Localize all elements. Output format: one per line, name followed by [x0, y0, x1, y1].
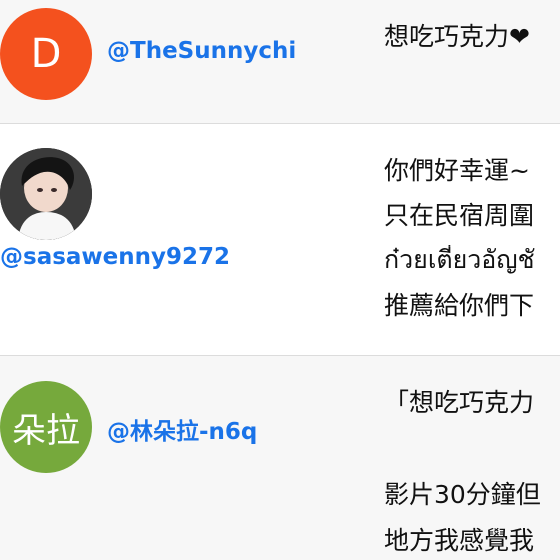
avatar[interactable]: D — [0, 8, 92, 100]
comment-list: D @TheSunnychi 想吃巧克力❤ @sasawenny9272 你們好… — [0, 0, 560, 560]
comment-text-line: 「想吃巧克力 — [384, 388, 535, 417]
comment-text: 想吃巧克力❤ — [384, 22, 530, 51]
comment-text-line: 影片30分鐘但 — [384, 480, 541, 509]
comment-text-line: 只在民宿周圍 — [384, 201, 535, 230]
avatar[interactable] — [0, 148, 92, 240]
profile-photo-icon — [0, 148, 92, 240]
comment-item: 朵拉 @林朵拉-n6q 「想吃巧克力 影片30分鐘但 地方我感覺我 — [0, 356, 560, 560]
comment-item: @sasawenny9272 你們好幸運~ 只在民宿周圍 ก๋วยเตี๋ยวอ… — [0, 124, 560, 355]
user-handle-link[interactable]: @TheSunnychi — [107, 38, 296, 64]
user-handle-link[interactable]: @sasawenny9272 — [0, 244, 230, 270]
comment-text-line: 你們好幸運~ — [384, 156, 530, 185]
comment-text-line: ก๋วยเตี๋ยวอัญชั — [384, 245, 535, 274]
avatar[interactable]: 朵拉 — [0, 381, 92, 473]
comment-text-line: 推薦給你們下 — [384, 291, 535, 320]
user-handle-link[interactable]: @林朵拉-n6q — [107, 412, 257, 446]
comment-item: D @TheSunnychi 想吃巧克力❤ — [0, 0, 560, 123]
comment-text-line: 地方我感覺我 — [384, 526, 535, 555]
